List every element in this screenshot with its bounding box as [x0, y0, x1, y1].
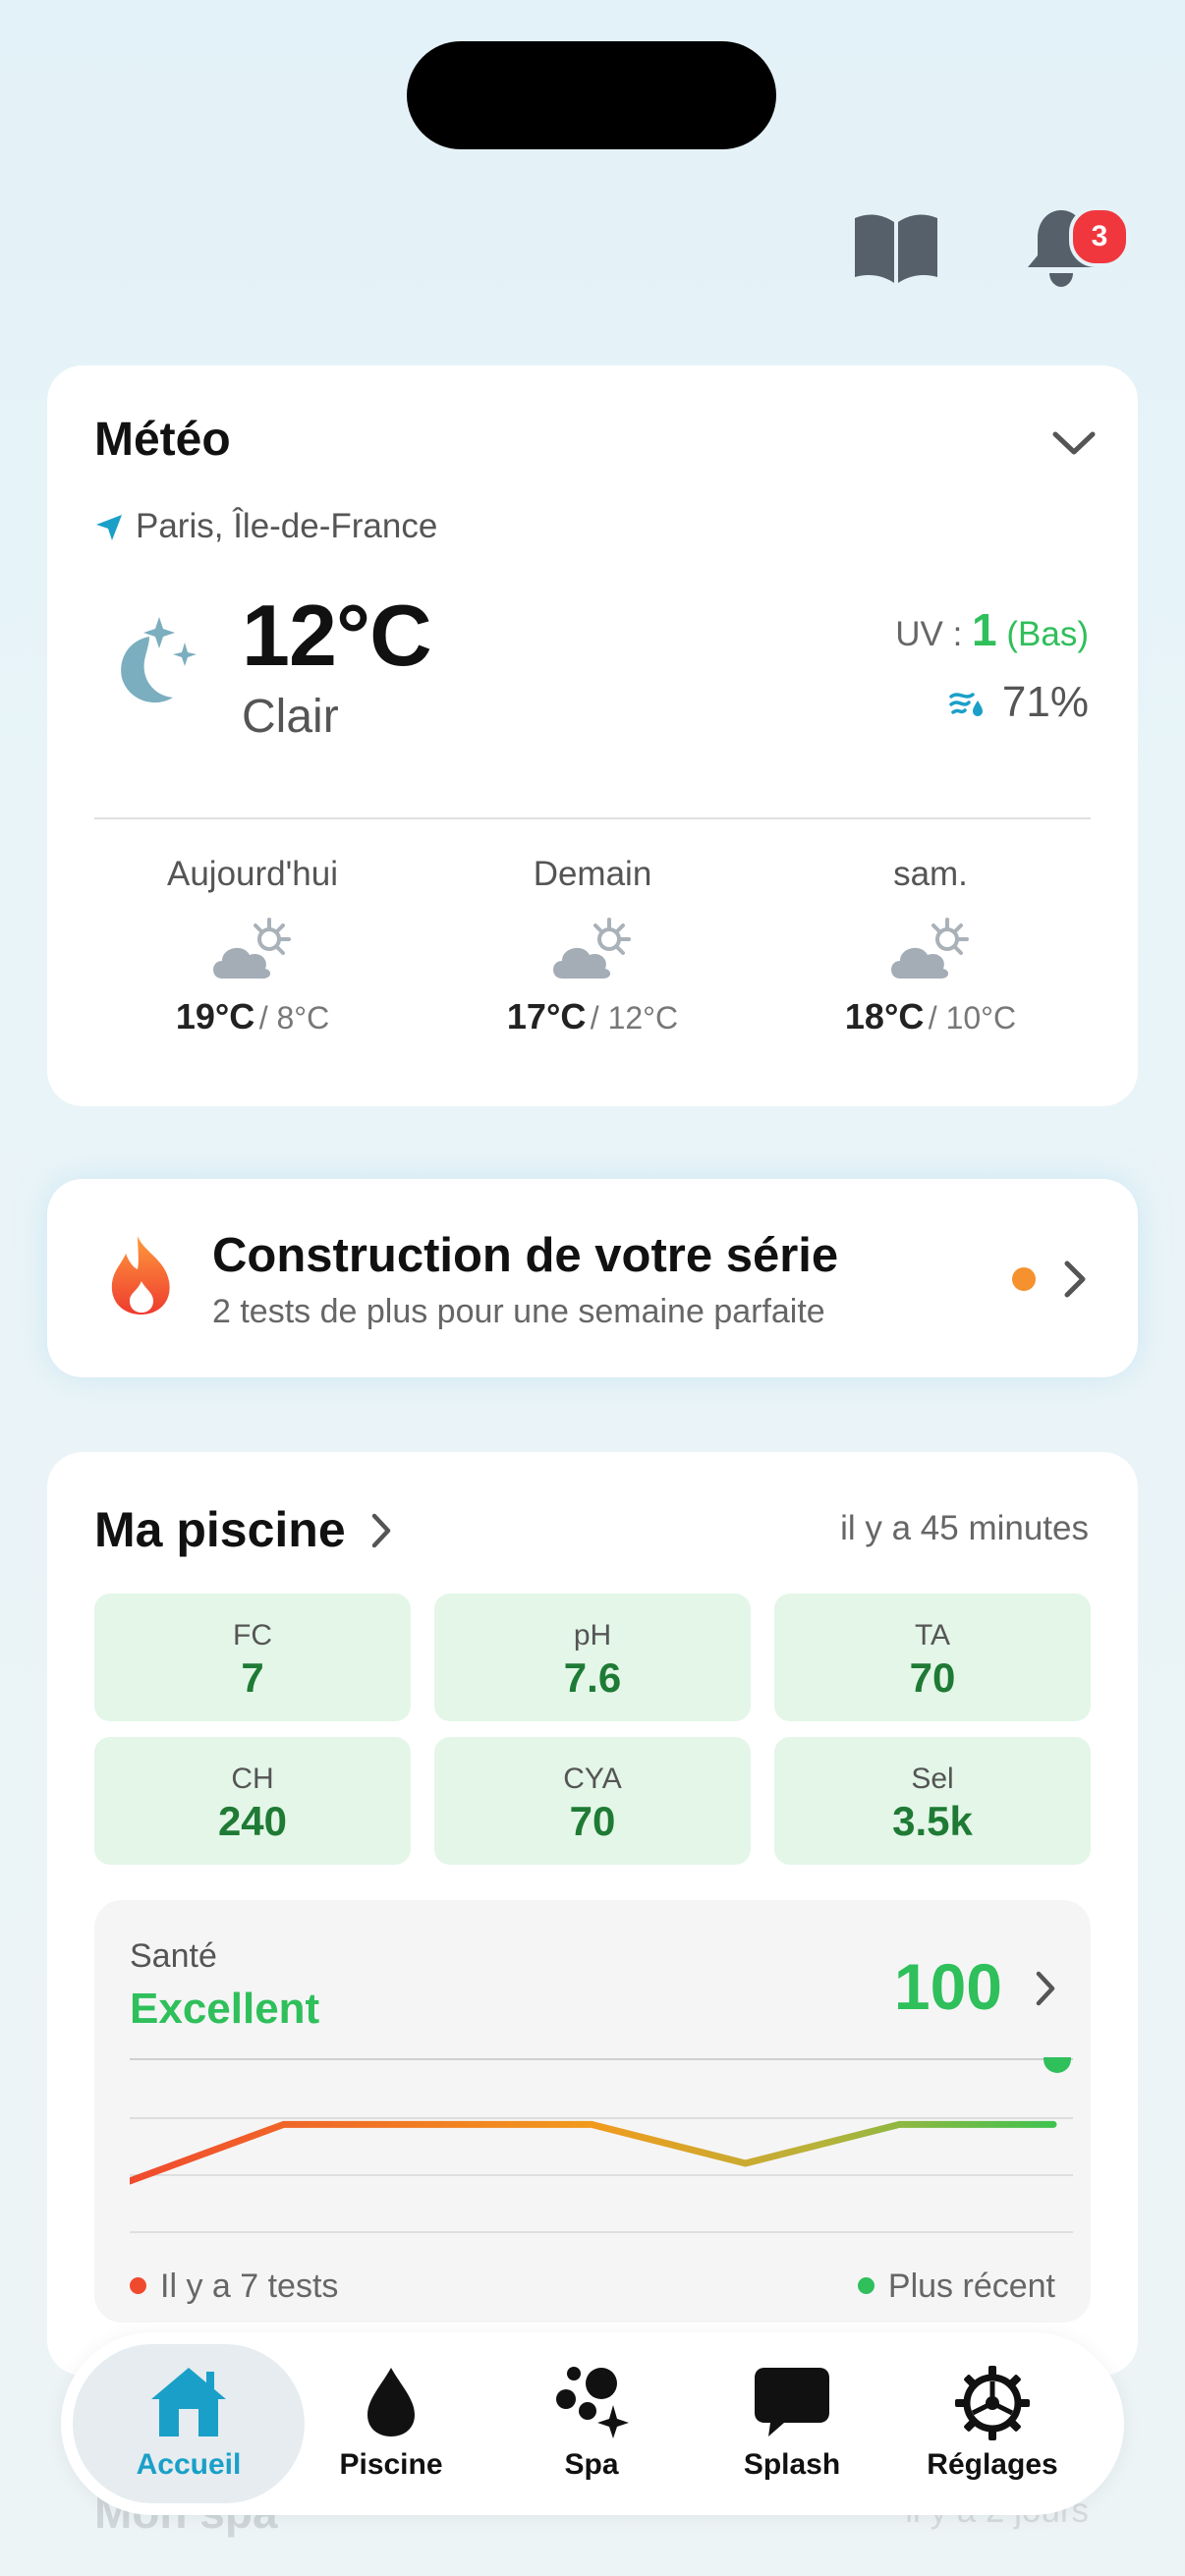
- reading-value: 7: [241, 1654, 264, 1701]
- streak-subtitle: 2 tests de plus pour une semaine parfait…: [212, 1293, 825, 1330]
- drop-icon: [367, 2368, 415, 2436]
- forecast-day: Aujourd'hui: [166, 855, 339, 893]
- reading-value: 70: [909, 1654, 956, 1701]
- tab-piscine[interactable]: Piscine: [293, 2332, 489, 2515]
- chat-icon: [755, 2368, 829, 2436]
- forecast-day: sam.: [893, 855, 968, 893]
- legend-dot-red: [130, 2276, 146, 2294]
- home-icon: [151, 2368, 226, 2436]
- chevron-right-icon[interactable]: [1063, 1260, 1087, 1304]
- bottom-tab-bar: Accueil Piscine Spa Splash Réglages: [61, 2332, 1124, 2515]
- partly-cloudy-icon: [886, 916, 975, 980]
- partly-cloudy-icon: [208, 916, 297, 980]
- reading-value: 240: [217, 1798, 288, 1844]
- health-panel[interactable]: Santé Excellent 100 Il y a 7 tests Plus …: [94, 1900, 1091, 2323]
- location-arrow-icon: [94, 513, 124, 547]
- tab-spa[interactable]: Spa: [493, 2332, 690, 2515]
- reading-label: CYA: [563, 1763, 622, 1795]
- uv-label: UV :: [895, 615, 963, 653]
- reading-value: 3.5k: [892, 1798, 973, 1844]
- uv-value: 1: [972, 604, 997, 655]
- forecast-low: / 12°C: [590, 1000, 679, 1036]
- humidity: 71%: [948, 678, 1089, 729]
- forecast-saturday: sam. 18°C / 10°C: [764, 855, 1097, 1037]
- health-trend-chart: [130, 2057, 1073, 2233]
- uv-level: (Bas): [1006, 615, 1089, 653]
- legend-oldest: Il y a 7 tests: [130, 2268, 338, 2306]
- gear-icon: [955, 2366, 1030, 2440]
- latest-score-dot: [1044, 2057, 1071, 2073]
- notification-badge: 3: [1069, 206, 1130, 267]
- location-label: Paris, Île-de-France: [136, 507, 438, 545]
- reading-tile-ch[interactable]: CH 240: [94, 1737, 411, 1865]
- book-icon[interactable]: [851, 212, 941, 285]
- legend-latest-label: Plus récent: [887, 2268, 1055, 2305]
- uv-index: UV : 1 (Bas): [895, 603, 1089, 656]
- forecast-day: Demain: [533, 855, 652, 893]
- chevron-down-icon[interactable]: [1051, 428, 1097, 463]
- reading-value: 7.6: [563, 1654, 622, 1701]
- chevron-right-icon[interactable]: [371, 1513, 391, 1553]
- health-score: 100: [893, 1950, 1002, 2023]
- partly-cloudy-icon: [548, 916, 637, 980]
- reading-label: CH: [231, 1763, 274, 1795]
- forecast-low: / 10°C: [928, 1000, 1017, 1036]
- humidity-icon: [948, 680, 985, 729]
- forecast-tomorrow: Demain 17°C / 12°C: [426, 855, 759, 1037]
- health-status: Excellent: [130, 1985, 320, 2033]
- legend-latest: Plus récent: [857, 2268, 1055, 2306]
- status-dot: [1012, 1267, 1036, 1291]
- weather-divider: [94, 817, 1091, 819]
- chevron-right-icon[interactable]: [1036, 1971, 1055, 2011]
- streak-title: Construction de votre série: [212, 1229, 839, 1282]
- forecast-low: / 8°C: [258, 1000, 330, 1036]
- forecast-today: Aujourd'hui 19°C / 8°C: [86, 855, 419, 1037]
- tab-label: Piscine: [339, 2448, 443, 2481]
- tab-label: Spa: [564, 2448, 619, 2481]
- trend-line: [130, 2120, 1057, 2185]
- reading-tile-ph[interactable]: pH 7.6: [434, 1594, 751, 1721]
- reading-value: 70: [569, 1798, 616, 1844]
- current-temperature: 12°C: [242, 587, 432, 684]
- bubbles-icon: [556, 2367, 629, 2438]
- tab-accueil[interactable]: Accueil: [90, 2332, 287, 2515]
- moon-stars-icon: [98, 613, 206, 726]
- health-label: Santé: [130, 1937, 217, 1975]
- dynamic-island: [407, 41, 776, 149]
- reading-tile-fc[interactable]: FC 7: [94, 1594, 411, 1721]
- legend-oldest-label: Il y a 7 tests: [160, 2268, 339, 2305]
- reading-tile-cya[interactable]: CYA 70: [434, 1737, 751, 1865]
- forecast-high: 18°C: [844, 996, 925, 1036]
- tab-label: Accueil: [136, 2448, 242, 2481]
- reading-label: Sel: [911, 1763, 954, 1795]
- legend-dot-green: [857, 2276, 875, 2294]
- tab-label: Splash: [743, 2448, 841, 2481]
- pool-title[interactable]: Ma piscine: [94, 1501, 346, 1558]
- reading-label: TA: [914, 1619, 951, 1652]
- forecast-high: 17°C: [506, 996, 587, 1036]
- flame-icon: [108, 1234, 175, 1321]
- reading-tile-sel[interactable]: Sel 3.5k: [774, 1737, 1091, 1865]
- reading-label: FC: [233, 1619, 272, 1652]
- tab-reglages[interactable]: Réglages: [894, 2332, 1091, 2515]
- pool-updated-time: il y a 45 minutes: [840, 1509, 1089, 1547]
- reading-label: pH: [573, 1619, 612, 1652]
- tab-label: Réglages: [927, 2448, 1058, 2481]
- current-condition: Clair: [242, 691, 339, 743]
- reading-tile-ta[interactable]: TA 70: [774, 1594, 1091, 1721]
- weather-title: Météo: [94, 414, 231, 466]
- forecast-high: 19°C: [175, 996, 255, 1036]
- tab-splash[interactable]: Splash: [694, 2332, 890, 2515]
- humidity-value: 71%: [1001, 678, 1089, 726]
